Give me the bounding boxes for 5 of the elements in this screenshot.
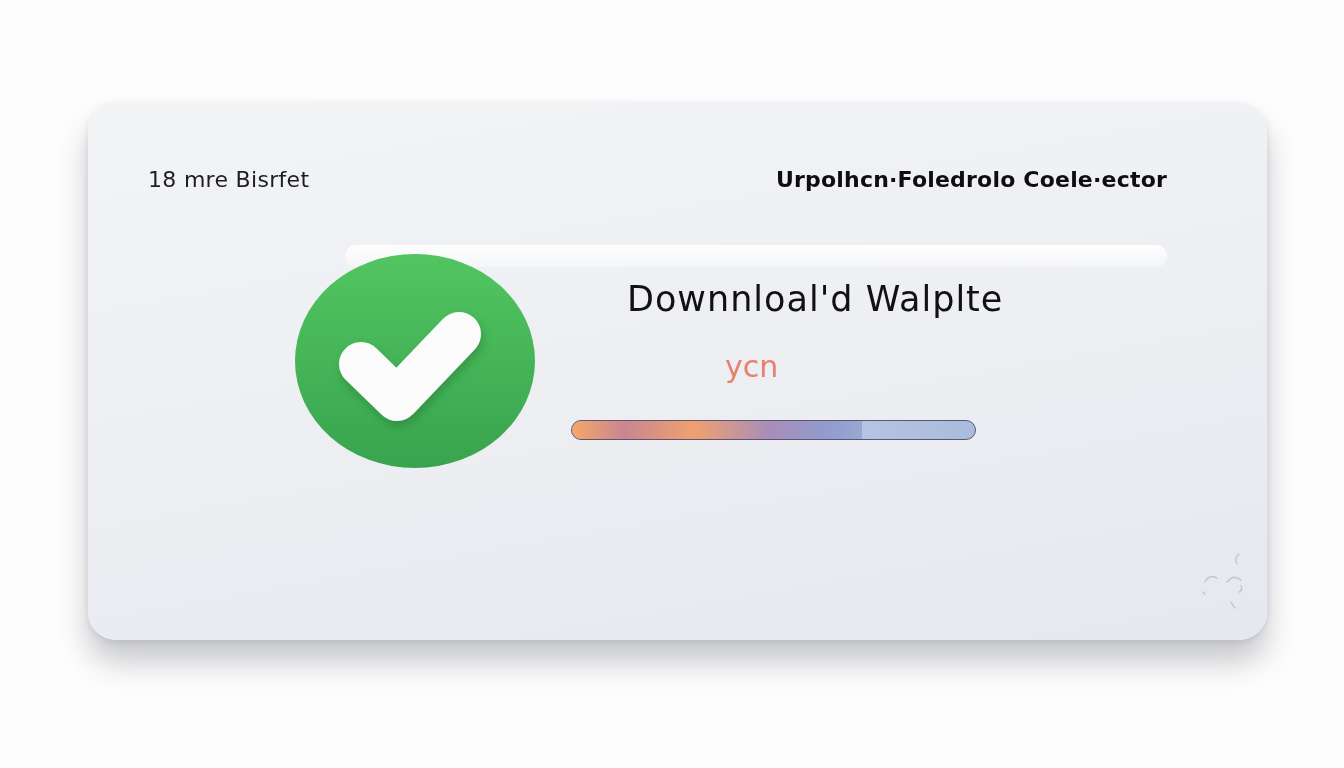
header-title: Urpolhcn·Foledrolo Coele·ector xyxy=(775,166,1167,192)
status-text: ycn xyxy=(725,349,779,385)
header-label: 18 mre Bisrfet xyxy=(148,166,310,192)
download-title: Downnloal'd Walplte xyxy=(627,279,1005,319)
check-circle-icon xyxy=(295,254,535,468)
